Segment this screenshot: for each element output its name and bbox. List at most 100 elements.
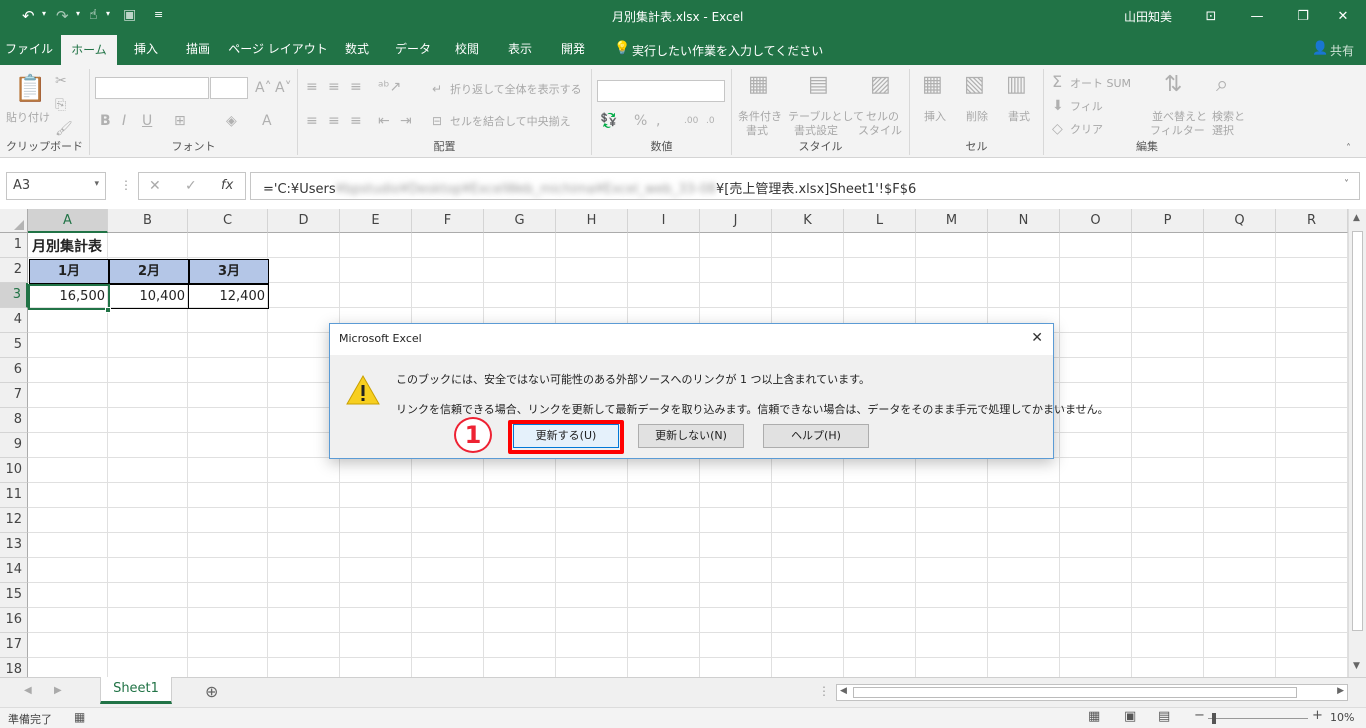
column-header-p[interactable]: P [1132,209,1204,233]
increase-indent-icon[interactable]: ⇥ [400,113,412,129]
currency-icon[interactable]: 💱 [600,113,617,129]
grow-font-icon[interactable]: A˄ [255,80,272,96]
paste-button[interactable]: 貼り付け [6,111,50,125]
sort-filter-button-2[interactable]: フィルター [1150,124,1205,138]
column-header-n[interactable]: N [988,209,1060,233]
decrease-decimal-icon[interactable]: .0 [706,113,715,129]
cell-styles-button-2[interactable]: スタイル [858,124,902,138]
redo-dropdown-icon[interactable]: ▾ [76,9,80,18]
find-select-button[interactable]: 検索と [1212,110,1245,124]
find-select-icon[interactable]: ⌕ [1216,73,1228,97]
cell-styles-icon[interactable]: ▨ [870,73,891,97]
column-header-l[interactable]: L [844,209,916,233]
border-icon[interactable]: ⊞ [174,113,186,129]
delete-cells-button[interactable]: 削除 [966,110,988,124]
undo-icon[interactable]: ↶ [22,7,35,25]
name-box-dropdown-icon[interactable]: ▾ [94,179,99,189]
touch-dropdown-icon[interactable]: ▾ [106,9,110,18]
zoom-out-icon[interactable]: − [1194,708,1205,723]
row-header-7[interactable]: 7 [0,383,28,408]
insert-cells-icon[interactable]: ▦ [922,73,943,97]
row-header-16[interactable]: 16 [0,608,28,633]
italic-icon[interactable]: I [122,113,126,129]
cell-a3-selected[interactable]: 16,500 [28,284,110,310]
share-button[interactable]: 共有 [1330,42,1354,59]
row-header-5[interactable]: 5 [0,333,28,358]
dont-update-button[interactable]: 更新しない(N) [638,424,744,448]
tab-split-handle-icon[interactable]: ⋮ [818,684,830,698]
column-header-i[interactable]: I [628,209,700,233]
fill-handle[interactable] [105,307,111,313]
column-header-q[interactable]: Q [1204,209,1276,233]
select-all-corner[interactable] [0,209,28,233]
align-top-icon[interactable]: ≡ [306,79,318,95]
font-color-icon[interactable]: A [262,113,272,129]
tab-view[interactable]: 表示 [498,33,542,65]
fill-color-icon[interactable]: ◈ [226,113,237,129]
row-header-18[interactable]: 18 [0,658,28,677]
dialog-close-icon[interactable]: ✕ [1031,330,1043,346]
delete-cells-icon[interactable]: ▧ [964,73,985,97]
conditional-format-button-2[interactable]: 書式 [746,124,768,138]
comma-style-icon[interactable]: , [656,113,660,129]
merge-center-icon[interactable]: ⊟ [432,113,442,129]
scroll-left-icon[interactable]: ◀ [840,686,847,696]
percent-icon[interactable]: % [634,113,647,129]
conditional-format-icon[interactable]: ▦ [748,73,769,97]
column-header-g[interactable]: G [484,209,556,233]
scroll-down-icon[interactable]: ▼ [1353,661,1360,671]
close-icon[interactable]: ✕ [1320,0,1366,33]
cell-a2[interactable]: 1月 [29,259,109,284]
orientation-icon[interactable]: ᵃᵇ↗ [378,79,401,95]
confirm-entry-icon[interactable]: ✓ [185,178,197,194]
vertical-scroll-thumb[interactable] [1352,231,1363,631]
row-header-9[interactable]: 9 [0,433,28,458]
tab-developer[interactable]: 開発 [551,33,595,65]
cell-c2[interactable]: 3月 [189,259,269,284]
row-header-11[interactable]: 11 [0,483,28,508]
insert-cells-button[interactable]: 挿入 [924,110,946,124]
row-header-2[interactable]: 2 [0,258,28,283]
save-icon[interactable]: ▣ [123,7,136,23]
fill-icon[interactable]: ⬇ [1052,98,1064,114]
sort-filter-icon[interactable]: ⇅ [1164,73,1182,97]
cut-icon[interactable]: ✂ [55,73,67,89]
zoom-slider[interactable] [1208,718,1308,719]
tab-data[interactable]: データ [389,33,437,65]
zoom-slider-thumb[interactable] [1212,713,1216,724]
decrease-indent-icon[interactable]: ⇤ [378,113,390,129]
underline-icon[interactable]: U [142,113,152,129]
column-header-m[interactable]: M [916,209,988,233]
prev-sheet-icon[interactable]: ◀ [24,685,32,696]
tell-me-input[interactable]: 実行したい作業を入力してください [632,42,823,59]
row-header-17[interactable]: 17 [0,633,28,658]
touch-mode-icon[interactable]: ☝ [89,7,98,23]
zoom-in-icon[interactable]: + [1312,708,1323,723]
align-middle-icon[interactable]: ≡ [328,79,340,95]
bold-icon[interactable]: B [100,113,111,129]
cell-b3[interactable]: 10,400 [109,284,189,309]
row-header-1[interactable]: 1 [0,233,28,258]
ribbon-display-icon[interactable]: ⊡ [1188,0,1234,33]
cancel-entry-icon[interactable]: ✕ [149,178,161,194]
column-header-k[interactable]: K [772,209,844,233]
shrink-font-icon[interactable]: A˅ [275,80,292,96]
increase-decimal-icon[interactable]: .00 [684,113,698,129]
column-header-j[interactable]: J [700,209,772,233]
row-header-14[interactable]: 14 [0,558,28,583]
column-header-d[interactable]: D [268,209,340,233]
find-select-button-2[interactable]: 選択 [1212,124,1234,138]
update-button[interactable]: 更新する(U) [513,424,619,448]
redo-icon[interactable]: ↷ [56,7,69,25]
expand-formula-icon[interactable]: ˅ [1344,179,1349,190]
row-header-6[interactable]: 6 [0,358,28,383]
cell-styles-button[interactable]: セルの [866,110,899,124]
tab-page-layout[interactable]: ページ レイアウト [228,33,328,65]
row-header-3[interactable]: 3 [0,283,28,308]
format-as-table-button[interactable]: テーブルとして [788,110,864,124]
format-cells-icon[interactable]: ▥ [1006,73,1027,97]
conditional-format-button[interactable]: 条件付き [738,110,782,124]
collapse-ribbon-icon[interactable]: ˄ [1346,143,1351,154]
merge-center-button[interactable]: セルを結合して中央揃え [450,115,571,129]
align-bottom-icon[interactable]: ≡ [350,79,362,95]
